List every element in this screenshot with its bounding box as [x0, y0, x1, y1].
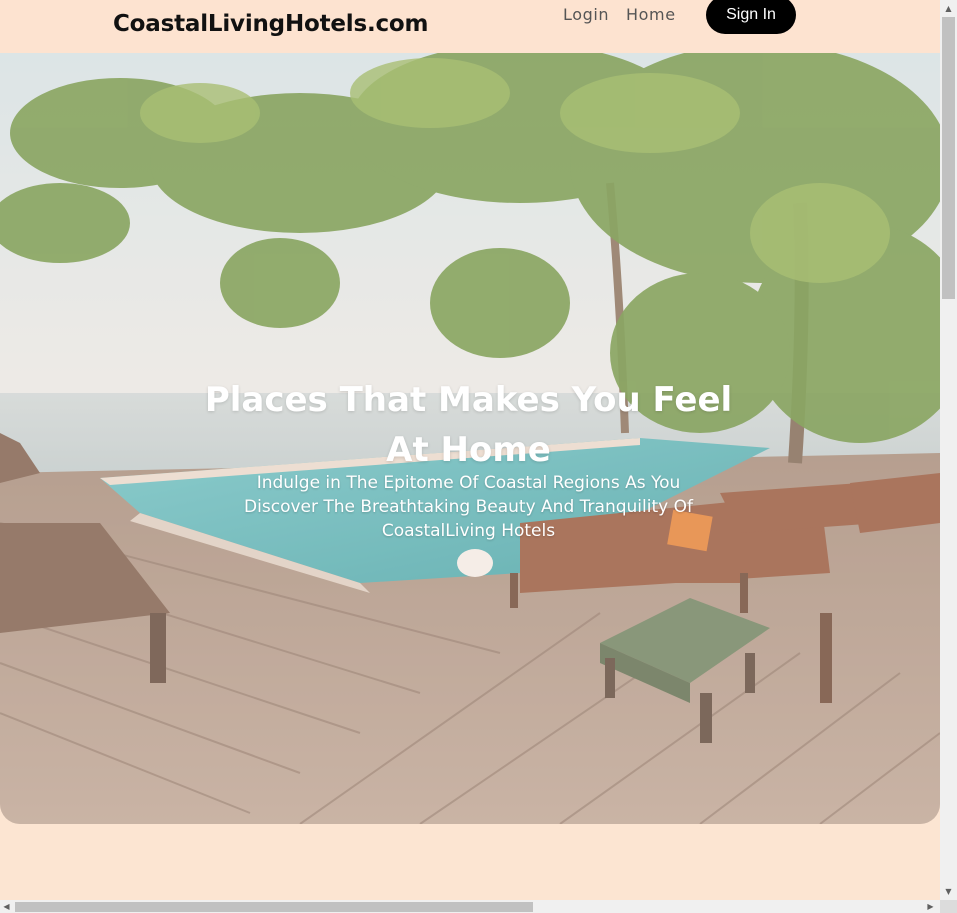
hero-subtitle: Indulge in The Epitome Of Coastal Region…: [244, 473, 693, 541]
hero-section: Places That Makes You Feel At Home Indul…: [0, 53, 940, 824]
scrollbar-corner: [940, 900, 957, 913]
sign-in-button[interactable]: Sign In: [706, 0, 796, 34]
vertical-scrollbar[interactable]: ▲ ▼: [940, 0, 957, 900]
site-header: CoastalLivingHotels.com Login Home Sign …: [0, 0, 940, 53]
scroll-left-icon[interactable]: ◀: [0, 900, 13, 913]
horizontal-scrollbar[interactable]: ◀ ▶: [0, 900, 940, 913]
scroll-up-icon[interactable]: ▲: [940, 0, 957, 17]
scroll-right-icon[interactable]: ▶: [924, 900, 937, 913]
horizontal-scroll-thumb[interactable]: [15, 902, 533, 912]
page: CoastalLivingHotels.com Login Home Sign …: [0, 0, 940, 900]
site-logo[interactable]: CoastalLivingHotels.com: [113, 11, 429, 37]
nav-login-link[interactable]: Login: [563, 5, 609, 24]
vertical-scroll-thumb[interactable]: [942, 17, 955, 299]
nav-home-link[interactable]: Home: [626, 5, 676, 24]
hero-title: Places That Makes You Feel At Home: [204, 380, 733, 470]
scroll-down-icon[interactable]: ▼: [940, 883, 957, 900]
